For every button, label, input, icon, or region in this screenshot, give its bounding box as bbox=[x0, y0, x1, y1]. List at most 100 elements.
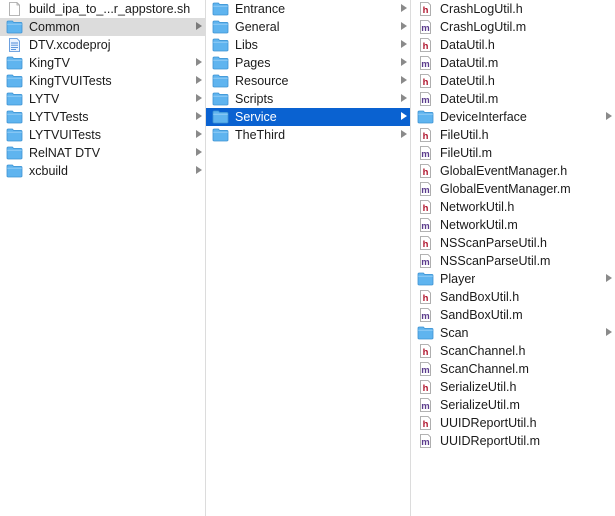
list-item[interactable]: h GlobalEventManager.h bbox=[411, 162, 615, 180]
list-item[interactable]: DTV.xcodeproj bbox=[0, 36, 205, 54]
item-label: SerializeUtil.m bbox=[440, 398, 520, 412]
list-item[interactable]: Pages bbox=[206, 54, 410, 72]
header-file-icon: h bbox=[417, 200, 434, 214]
chevron-right-icon bbox=[196, 94, 202, 102]
list-item[interactable]: General bbox=[206, 18, 410, 36]
item-label: NSScanParseUtil.m bbox=[440, 254, 551, 268]
list-item[interactable]: Service bbox=[206, 108, 410, 126]
list-item[interactable]: KingTVUITests bbox=[0, 72, 205, 90]
svg-text:m: m bbox=[421, 149, 429, 160]
item-label: LYTVUITests bbox=[29, 128, 102, 142]
list-item[interactable]: h UUIDReportUtil.h bbox=[411, 414, 615, 432]
chevron-right-icon bbox=[196, 148, 202, 156]
list-item[interactable]: Scan bbox=[411, 324, 615, 342]
list-item[interactable]: Entrance bbox=[206, 0, 410, 18]
list-item[interactable]: LYTVUITests bbox=[0, 126, 205, 144]
item-label: CrashLogUtil.m bbox=[440, 20, 527, 34]
list-item[interactable]: h SandBoxUtil.h bbox=[411, 288, 615, 306]
svg-text:h: h bbox=[423, 77, 429, 88]
item-label: DateUtil.m bbox=[440, 92, 499, 106]
item-label: Service bbox=[235, 110, 277, 124]
list-item[interactable]: RelNAT DTV bbox=[0, 144, 205, 162]
svg-text:m: m bbox=[421, 185, 429, 196]
list-item[interactable]: m ScanChannel.m bbox=[411, 360, 615, 378]
folder-icon bbox=[417, 272, 434, 286]
item-label: DataUtil.m bbox=[440, 56, 499, 70]
list-item[interactable]: TheThird bbox=[206, 126, 410, 144]
item-label: KingTV bbox=[29, 56, 70, 70]
list-item[interactable]: LYTV bbox=[0, 90, 205, 108]
list-item[interactable]: h DataUtil.h bbox=[411, 36, 615, 54]
item-label: General bbox=[235, 20, 280, 34]
list-item[interactable]: m UUIDReportUtil.m bbox=[411, 432, 615, 450]
header-file-icon: h bbox=[417, 380, 434, 394]
item-label: RelNAT DTV bbox=[29, 146, 101, 160]
item-label: UUIDReportUtil.h bbox=[440, 416, 537, 430]
list-item[interactable]: m NSScanParseUtil.m bbox=[411, 252, 615, 270]
list-item[interactable]: h CrashLogUtil.h bbox=[411, 0, 615, 18]
list-item[interactable]: Player bbox=[411, 270, 615, 288]
item-label: SerializeUtil.h bbox=[440, 380, 517, 394]
list-item[interactable]: m SerializeUtil.m bbox=[411, 396, 615, 414]
header-file-icon: h bbox=[417, 164, 434, 178]
column-3[interactable]: h CrashLogUtil.h m CrashLogUtil.m h DataUtil.… bbox=[411, 0, 615, 516]
chevron-right-icon bbox=[196, 166, 202, 174]
header-file-icon: h bbox=[417, 2, 434, 16]
folder-icon bbox=[417, 110, 434, 124]
column-1[interactable]: build_ipa_to_...r_appstore.sh Common DTV.x… bbox=[0, 0, 206, 516]
column-2[interactable]: Entrance General Libs Pages Resource Scripts S… bbox=[206, 0, 411, 516]
list-item[interactable]: m SandBoxUtil.m bbox=[411, 306, 615, 324]
item-label: Pages bbox=[235, 56, 271, 70]
chevron-right-icon bbox=[401, 4, 407, 12]
item-label: Entrance bbox=[235, 2, 286, 16]
chevron-right-icon bbox=[401, 40, 407, 48]
svg-text:m: m bbox=[421, 365, 429, 376]
list-item[interactable]: h DateUtil.h bbox=[411, 72, 615, 90]
list-item[interactable]: m FileUtil.m bbox=[411, 144, 615, 162]
list-item[interactable]: Libs bbox=[206, 36, 410, 54]
list-item[interactable]: h ScanChannel.h bbox=[411, 342, 615, 360]
list-item[interactable]: h NSScanParseUtil.h bbox=[411, 234, 615, 252]
chevron-right-icon bbox=[196, 130, 202, 138]
svg-text:h: h bbox=[423, 5, 429, 16]
item-label: NetworkUtil.m bbox=[440, 218, 518, 232]
item-label: Libs bbox=[235, 38, 258, 52]
list-item[interactable]: Scripts bbox=[206, 90, 410, 108]
list-item[interactable]: Common bbox=[0, 18, 205, 36]
objc-source-file-icon: m bbox=[417, 56, 434, 70]
list-item[interactable]: m GlobalEventManager.m bbox=[411, 180, 615, 198]
list-item[interactable]: m NetworkUtil.m bbox=[411, 216, 615, 234]
chevron-right-icon bbox=[196, 76, 202, 84]
chevron-right-icon bbox=[401, 130, 407, 138]
item-label: SandBoxUtil.h bbox=[440, 290, 520, 304]
list-item[interactable]: DeviceInterface bbox=[411, 108, 615, 126]
objc-source-file-icon: m bbox=[417, 182, 434, 196]
svg-text:m: m bbox=[421, 95, 429, 106]
svg-text:m: m bbox=[421, 311, 429, 322]
item-label: LYTVTests bbox=[29, 110, 89, 124]
svg-text:h: h bbox=[423, 347, 429, 358]
list-item[interactable]: h NetworkUtil.h bbox=[411, 198, 615, 216]
header-file-icon: h bbox=[417, 74, 434, 88]
shell-script-file-icon bbox=[6, 2, 23, 16]
list-item[interactable]: KingTV bbox=[0, 54, 205, 72]
list-item[interactable]: m DataUtil.m bbox=[411, 54, 615, 72]
svg-text:h: h bbox=[423, 239, 429, 250]
folder-icon bbox=[212, 38, 229, 52]
list-item[interactable]: xcbuild bbox=[0, 162, 205, 180]
list-item[interactable]: build_ipa_to_...r_appstore.sh bbox=[0, 0, 205, 18]
item-label: xcbuild bbox=[29, 164, 68, 178]
list-item[interactable]: m CrashLogUtil.m bbox=[411, 18, 615, 36]
header-file-icon: h bbox=[417, 128, 434, 142]
list-item[interactable]: m DateUtil.m bbox=[411, 90, 615, 108]
folder-icon bbox=[212, 2, 229, 16]
chevron-right-icon bbox=[606, 274, 612, 282]
list-item[interactable]: LYTVTests bbox=[0, 108, 205, 126]
folder-icon bbox=[212, 92, 229, 106]
finder-column-browser: build_ipa_to_...r_appstore.sh Common DTV.x… bbox=[0, 0, 615, 516]
list-item[interactable]: h FileUtil.h bbox=[411, 126, 615, 144]
list-item[interactable]: h SerializeUtil.h bbox=[411, 378, 615, 396]
list-item[interactable]: Resource bbox=[206, 72, 410, 90]
chevron-right-icon bbox=[606, 328, 612, 336]
header-file-icon: h bbox=[417, 416, 434, 430]
